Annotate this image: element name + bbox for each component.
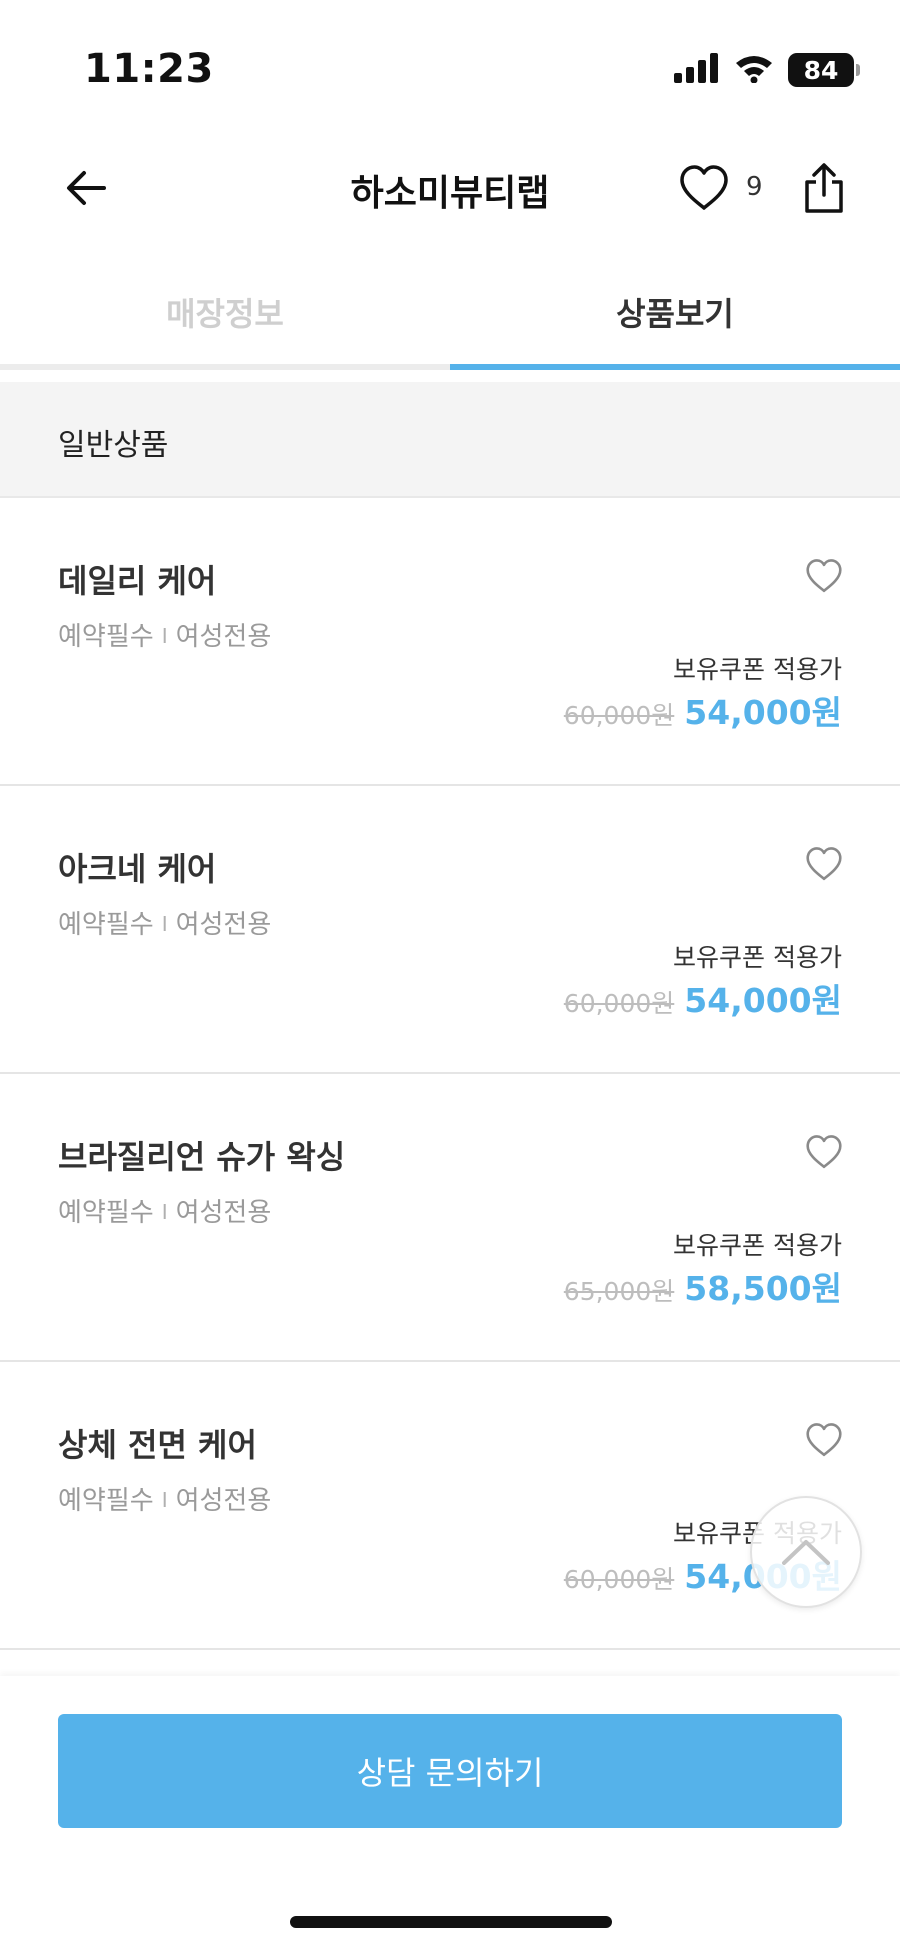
original-price: 60,000원 bbox=[563, 701, 675, 730]
status-bar: 11:23 84 bbox=[0, 0, 900, 140]
product-name: 브라질리언 슈가 왁싱 bbox=[58, 1138, 346, 1176]
heart-outline-icon bbox=[806, 559, 842, 593]
back-arrow-icon bbox=[67, 171, 106, 205]
tag-separator: I bbox=[161, 912, 168, 936]
store-like-button[interactable] bbox=[676, 160, 732, 216]
product-item[interactable]: 브라질리언 슈가 왁싱 예약필수 I 여성전용 보유쿠폰 적용가 65,000원 5… bbox=[0, 1074, 900, 1362]
sale-price: 54,000원 bbox=[684, 981, 842, 1020]
heart-outline-icon bbox=[806, 1135, 842, 1169]
tab-store-info[interactable]: 매장정보 bbox=[0, 260, 450, 364]
product-tags: 예약필수 I 여성전용 bbox=[58, 904, 271, 941]
page-title: 하소미뷰티랩 bbox=[350, 173, 550, 214]
product-name: 데일리 케어 bbox=[58, 562, 217, 600]
sale-price: 54,000원 bbox=[684, 693, 842, 732]
share-button[interactable] bbox=[796, 160, 852, 216]
product-name: 아크네 케어 bbox=[58, 850, 217, 888]
status-icons: 84 bbox=[674, 50, 860, 90]
wifi-icon bbox=[734, 53, 774, 87]
heart-outline-icon bbox=[806, 847, 842, 881]
section-title: 일반상품 bbox=[58, 428, 169, 463]
product-tags: 예약필수 I 여성전용 bbox=[58, 616, 271, 653]
heart-icon bbox=[680, 165, 728, 210]
tab-active-indicator bbox=[450, 364, 900, 370]
tag-separator: I bbox=[161, 1488, 168, 1512]
price-row: 60,000원 54,000원 bbox=[564, 686, 842, 734]
price-row: 65,000원 58,500원 bbox=[564, 1262, 842, 1310]
coupon-label: 보유쿠폰 적용가 bbox=[673, 943, 842, 972]
wishlist-button[interactable] bbox=[800, 842, 848, 886]
scroll-to-top-button[interactable] bbox=[750, 1496, 862, 1608]
nav-bar: 하소미뷰티랩 9 bbox=[0, 140, 900, 240]
original-price: 60,000원 bbox=[563, 1565, 675, 1594]
battery-level: 84 bbox=[803, 55, 839, 85]
tag-reservation: 예약필수 bbox=[58, 622, 154, 652]
original-price: 60,000원 bbox=[563, 989, 675, 1018]
product-name: 상체 전면 케어 bbox=[58, 1426, 257, 1464]
tag-reservation: 예약필수 bbox=[58, 1486, 154, 1516]
tab-products[interactable]: 상품보기 bbox=[450, 260, 900, 364]
wishlist-button[interactable] bbox=[800, 1130, 848, 1174]
wishlist-button[interactable] bbox=[800, 554, 848, 598]
tag-separator: I bbox=[161, 1200, 168, 1224]
home-indicator[interactable] bbox=[290, 1916, 612, 1928]
battery-cap bbox=[856, 64, 860, 76]
product-item[interactable]: 데일리 케어 예약필수 I 여성전용 보유쿠폰 적용가 60,000원 54,000… bbox=[0, 498, 900, 786]
tag-separator: I bbox=[161, 624, 168, 648]
like-count: 9 bbox=[746, 172, 763, 202]
tag-reservation: 예약필수 bbox=[58, 910, 154, 940]
tag-women-only: 여성전용 bbox=[175, 622, 272, 652]
tab-bar: 매장정보 상품보기 bbox=[0, 260, 900, 370]
original-price: 65,000원 bbox=[563, 1277, 675, 1306]
price-row: 60,000원 54,000원 bbox=[564, 974, 842, 1022]
coupon-label: 보유쿠폰 적용가 bbox=[673, 655, 842, 684]
share-icon bbox=[805, 163, 843, 213]
bottom-action-bar: 상담 문의하기 bbox=[0, 1676, 900, 1949]
chevron-up-icon bbox=[782, 1540, 830, 1565]
product-tags: 예약필수 I 여성전용 bbox=[58, 1192, 271, 1229]
section-header: 일반상품 bbox=[0, 382, 900, 498]
tag-reservation: 예약필수 bbox=[58, 1198, 154, 1228]
product-tags: 예약필수 I 여성전용 bbox=[58, 1480, 271, 1517]
sale-price: 58,500원 bbox=[684, 1269, 842, 1308]
signal-icon bbox=[674, 53, 720, 87]
product-item[interactable]: 아크네 케어 예약필수 I 여성전용 보유쿠폰 적용가 60,000원 54,000… bbox=[0, 786, 900, 1074]
heart-outline-icon bbox=[806, 1423, 842, 1457]
tag-women-only: 여성전용 bbox=[175, 1198, 272, 1228]
status-time: 11:23 bbox=[84, 46, 214, 92]
coupon-label: 보유쿠폰 적용가 bbox=[673, 1231, 842, 1260]
back-button[interactable] bbox=[58, 160, 114, 216]
consult-inquiry-button[interactable]: 상담 문의하기 bbox=[58, 1714, 842, 1828]
tag-women-only: 여성전용 bbox=[175, 910, 272, 940]
battery-icon: 84 bbox=[788, 53, 860, 87]
product-item[interactable]: 상체 전면 케어 예약필수I여성전용 보유쿠폰 적용가 60,000원 54,0… bbox=[0, 1362, 900, 1650]
wishlist-button[interactable] bbox=[800, 1418, 848, 1462]
tag-women-only: 여성전용 bbox=[175, 1486, 272, 1516]
